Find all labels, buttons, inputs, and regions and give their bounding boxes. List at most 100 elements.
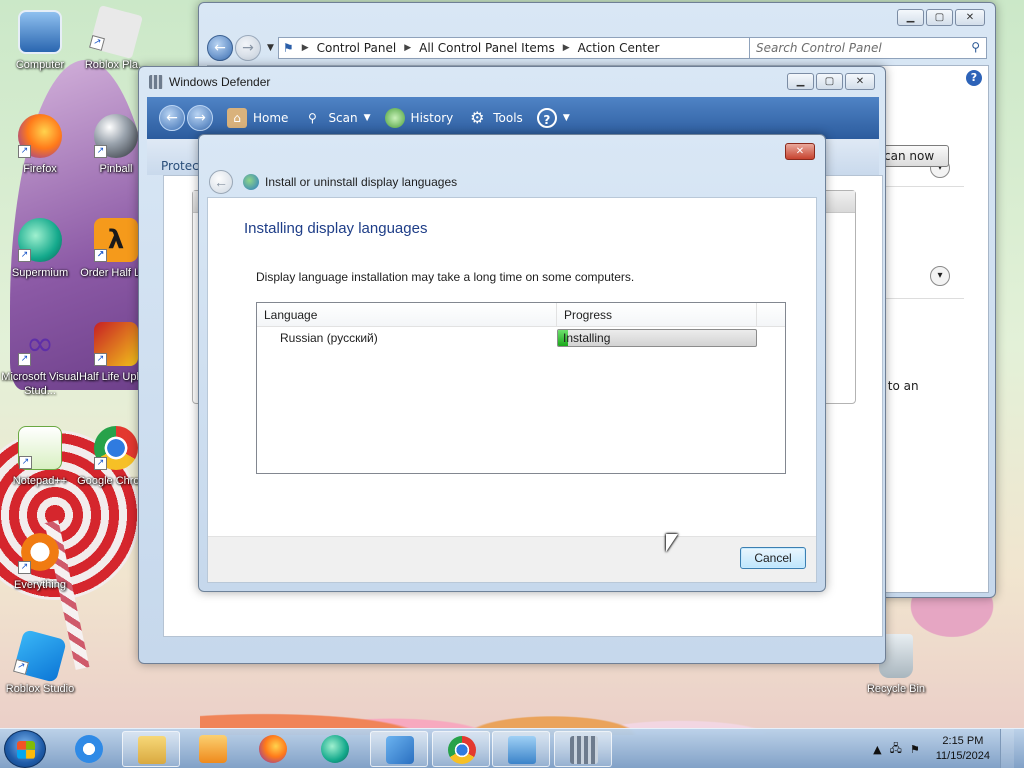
recent-pages-dropdown[interactable]: ▼ [267, 43, 274, 53]
breadcrumb-separator: ▶ [301, 43, 309, 53]
dialog-panel: Installing display languages Display lan… [207, 197, 817, 583]
show-desktop-button[interactable] [1000, 729, 1014, 768]
search-icon[interactable]: ⚲ [971, 40, 980, 54]
start-button[interactable] [4, 730, 46, 768]
desktop-icon-roblox-player[interactable]: ↗ Roblox Pla... [76, 5, 156, 72]
back-button[interactable]: ← [209, 170, 233, 194]
close-button[interactable]: ✕ [845, 73, 875, 90]
maximize-button[interactable]: ▢ [816, 73, 843, 90]
desktop-icon-everything[interactable]: ↗ Everything [0, 530, 80, 592]
description-text: Display language installation may take a… [256, 270, 635, 284]
window-caption-buttons: ▁ ▢ ✕ [897, 9, 985, 26]
dialog-header: ← Install or uninstall display languages [209, 169, 457, 195]
home-button[interactable]: ⌂ Home [227, 108, 288, 128]
history-button[interactable]: History [384, 108, 453, 128]
column-header-progress[interactable]: Progress [557, 303, 757, 326]
breadcrumb-control-panel[interactable]: Control Panel [317, 41, 397, 55]
system-tray: ▲ 🖧 ⚑ 2:15 PM 11/15/2024 [873, 729, 1024, 768]
desktop-icon-roblox-studio[interactable]: ↗ Roblox Studio [0, 629, 80, 696]
network-icon[interactable]: 🖧 [890, 740, 902, 759]
close-button[interactable]: ✕ [955, 9, 985, 26]
taskbar-windows-defender[interactable] [554, 731, 612, 767]
taskbar-internet-explorer[interactable] [60, 731, 118, 767]
supermium-icon: ↗ [18, 218, 62, 262]
breadcrumb-separator: ▶ [562, 43, 570, 53]
action-center-flag-icon[interactable]: ⚑ [910, 743, 920, 756]
roblox-studio-icon: ↗ [13, 629, 67, 683]
minimize-button[interactable]: ▁ [897, 9, 924, 26]
language-list-view[interactable]: Language Progress Russian (русский) Inst… [256, 302, 786, 474]
desktop-icon-computer[interactable]: Computer [0, 10, 80, 72]
forward-button[interactable]: → [235, 35, 261, 61]
windows-logo-icon [17, 741, 35, 759]
windows-defender-app-icon [149, 75, 163, 89]
scan-now-button[interactable]: can now [875, 145, 949, 167]
help-dropdown-arrow-icon[interactable]: ▼ [563, 113, 570, 123]
shortcut-arrow-icon: ↗ [94, 457, 107, 470]
taskbar-media-player[interactable] [184, 731, 242, 767]
desktop-icon-label: Notepad++ [12, 475, 68, 487]
roblox-icon: ↗ [89, 5, 143, 59]
desktop-icon-notepad-plus-plus[interactable]: ↗ Notepad++ [0, 426, 80, 488]
clock[interactable]: 2:15 PM 11/15/2024 [936, 734, 990, 764]
taskbar: ▲ 🖧 ⚑ 2:15 PM 11/15/2024 [0, 728, 1024, 768]
breadcrumb-all-items[interactable]: All Control Panel Items [419, 41, 555, 55]
desktop-icon-firefox[interactable]: ↗ Firefox [0, 114, 80, 176]
history-clock-icon [384, 108, 405, 128]
taskbar-supermium[interactable] [306, 731, 364, 767]
search-control-panel-input[interactable]: Search Control Panel ⚲ [749, 37, 987, 59]
taskbar-firefox[interactable] [244, 731, 302, 767]
scan-button[interactable]: ⚲ Scan ▼ [302, 108, 371, 128]
desktop-icon-label: Computer [15, 59, 65, 71]
remote-desktop-icon [508, 736, 536, 764]
shortcut-arrow-icon: ↗ [94, 249, 107, 262]
section-divider [884, 186, 964, 187]
section-divider [884, 298, 964, 299]
maximize-button[interactable]: ▢ [926, 9, 953, 26]
help-button[interactable]: ? ▼ [536, 108, 570, 128]
desktop-icon-visual-studio[interactable]: ∞ ↗ Microsoft Visual Stud... [0, 322, 80, 398]
shortcut-arrow-icon: ↗ [89, 34, 105, 51]
forward-button[interactable]: → [187, 105, 213, 131]
display-languages-dialog[interactable]: ✕ ← Install or uninstall display languag… [198, 134, 826, 592]
half-life-icon: λ ↗ [94, 218, 138, 262]
scan-dropdown-arrow-icon[interactable]: ▼ [364, 113, 371, 123]
desktop-icon-label: Roblox Studio [5, 683, 75, 695]
chevron-down-icon[interactable]: ▾ [930, 266, 950, 286]
desktop-icon-supermium[interactable]: ↗ Supermium [0, 218, 80, 280]
breadcrumb-action-center[interactable]: Action Center [578, 41, 660, 55]
tools-button[interactable]: ⚙ Tools [467, 108, 523, 128]
folder-icon [138, 736, 166, 764]
help-icon[interactable]: ? [966, 70, 982, 86]
desktop-icon-label: Everything [14, 579, 66, 591]
close-button[interactable]: ✕ [785, 143, 815, 160]
shortcut-arrow-icon: ↗ [18, 561, 31, 574]
half-life-uplink-icon: ↗ [94, 322, 138, 366]
column-header-language[interactable]: Language [257, 303, 557, 326]
taskbar-chrome[interactable] [432, 731, 490, 767]
list-item[interactable]: Russian (русский) Installing [257, 327, 785, 349]
show-hidden-icons-icon[interactable]: ▲ [873, 743, 881, 756]
chrome-icon [448, 736, 476, 764]
taskbar-remote-desktop[interactable] [492, 731, 550, 767]
cancel-button[interactable]: Cancel [740, 547, 806, 569]
desktop-icon-label: Firefox [23, 163, 57, 175]
search-placeholder: Search Control Panel [756, 41, 882, 55]
shortcut-arrow-icon: ↗ [94, 145, 107, 158]
notepad-plus-plus-icon: ↗ [18, 426, 62, 470]
shortcut-arrow-icon: ↗ [18, 145, 31, 158]
minimize-button[interactable]: ▁ [787, 73, 814, 90]
dialog-footer: Cancel [208, 536, 816, 582]
control-panel-icon [386, 736, 414, 764]
back-button[interactable]: ← [207, 35, 233, 61]
window-title: Windows Defender [169, 75, 271, 89]
taskbar-windows-explorer[interactable] [122, 731, 180, 767]
wallpaper-flowers [200, 655, 840, 735]
shortcut-arrow-icon: ↗ [18, 353, 31, 366]
back-button[interactable]: ← [159, 105, 185, 131]
desktop-icon-label: Microsoft Visual Stud... [1, 371, 79, 397]
taskbar-control-panel[interactable] [370, 731, 428, 767]
shortcut-arrow-icon: ↗ [13, 658, 29, 675]
supermium-icon [321, 735, 349, 763]
defender-toolbar: ← → ⌂ Home ⚲ Scan ▼ History ⚙ Tools ? ▼ [147, 97, 879, 139]
